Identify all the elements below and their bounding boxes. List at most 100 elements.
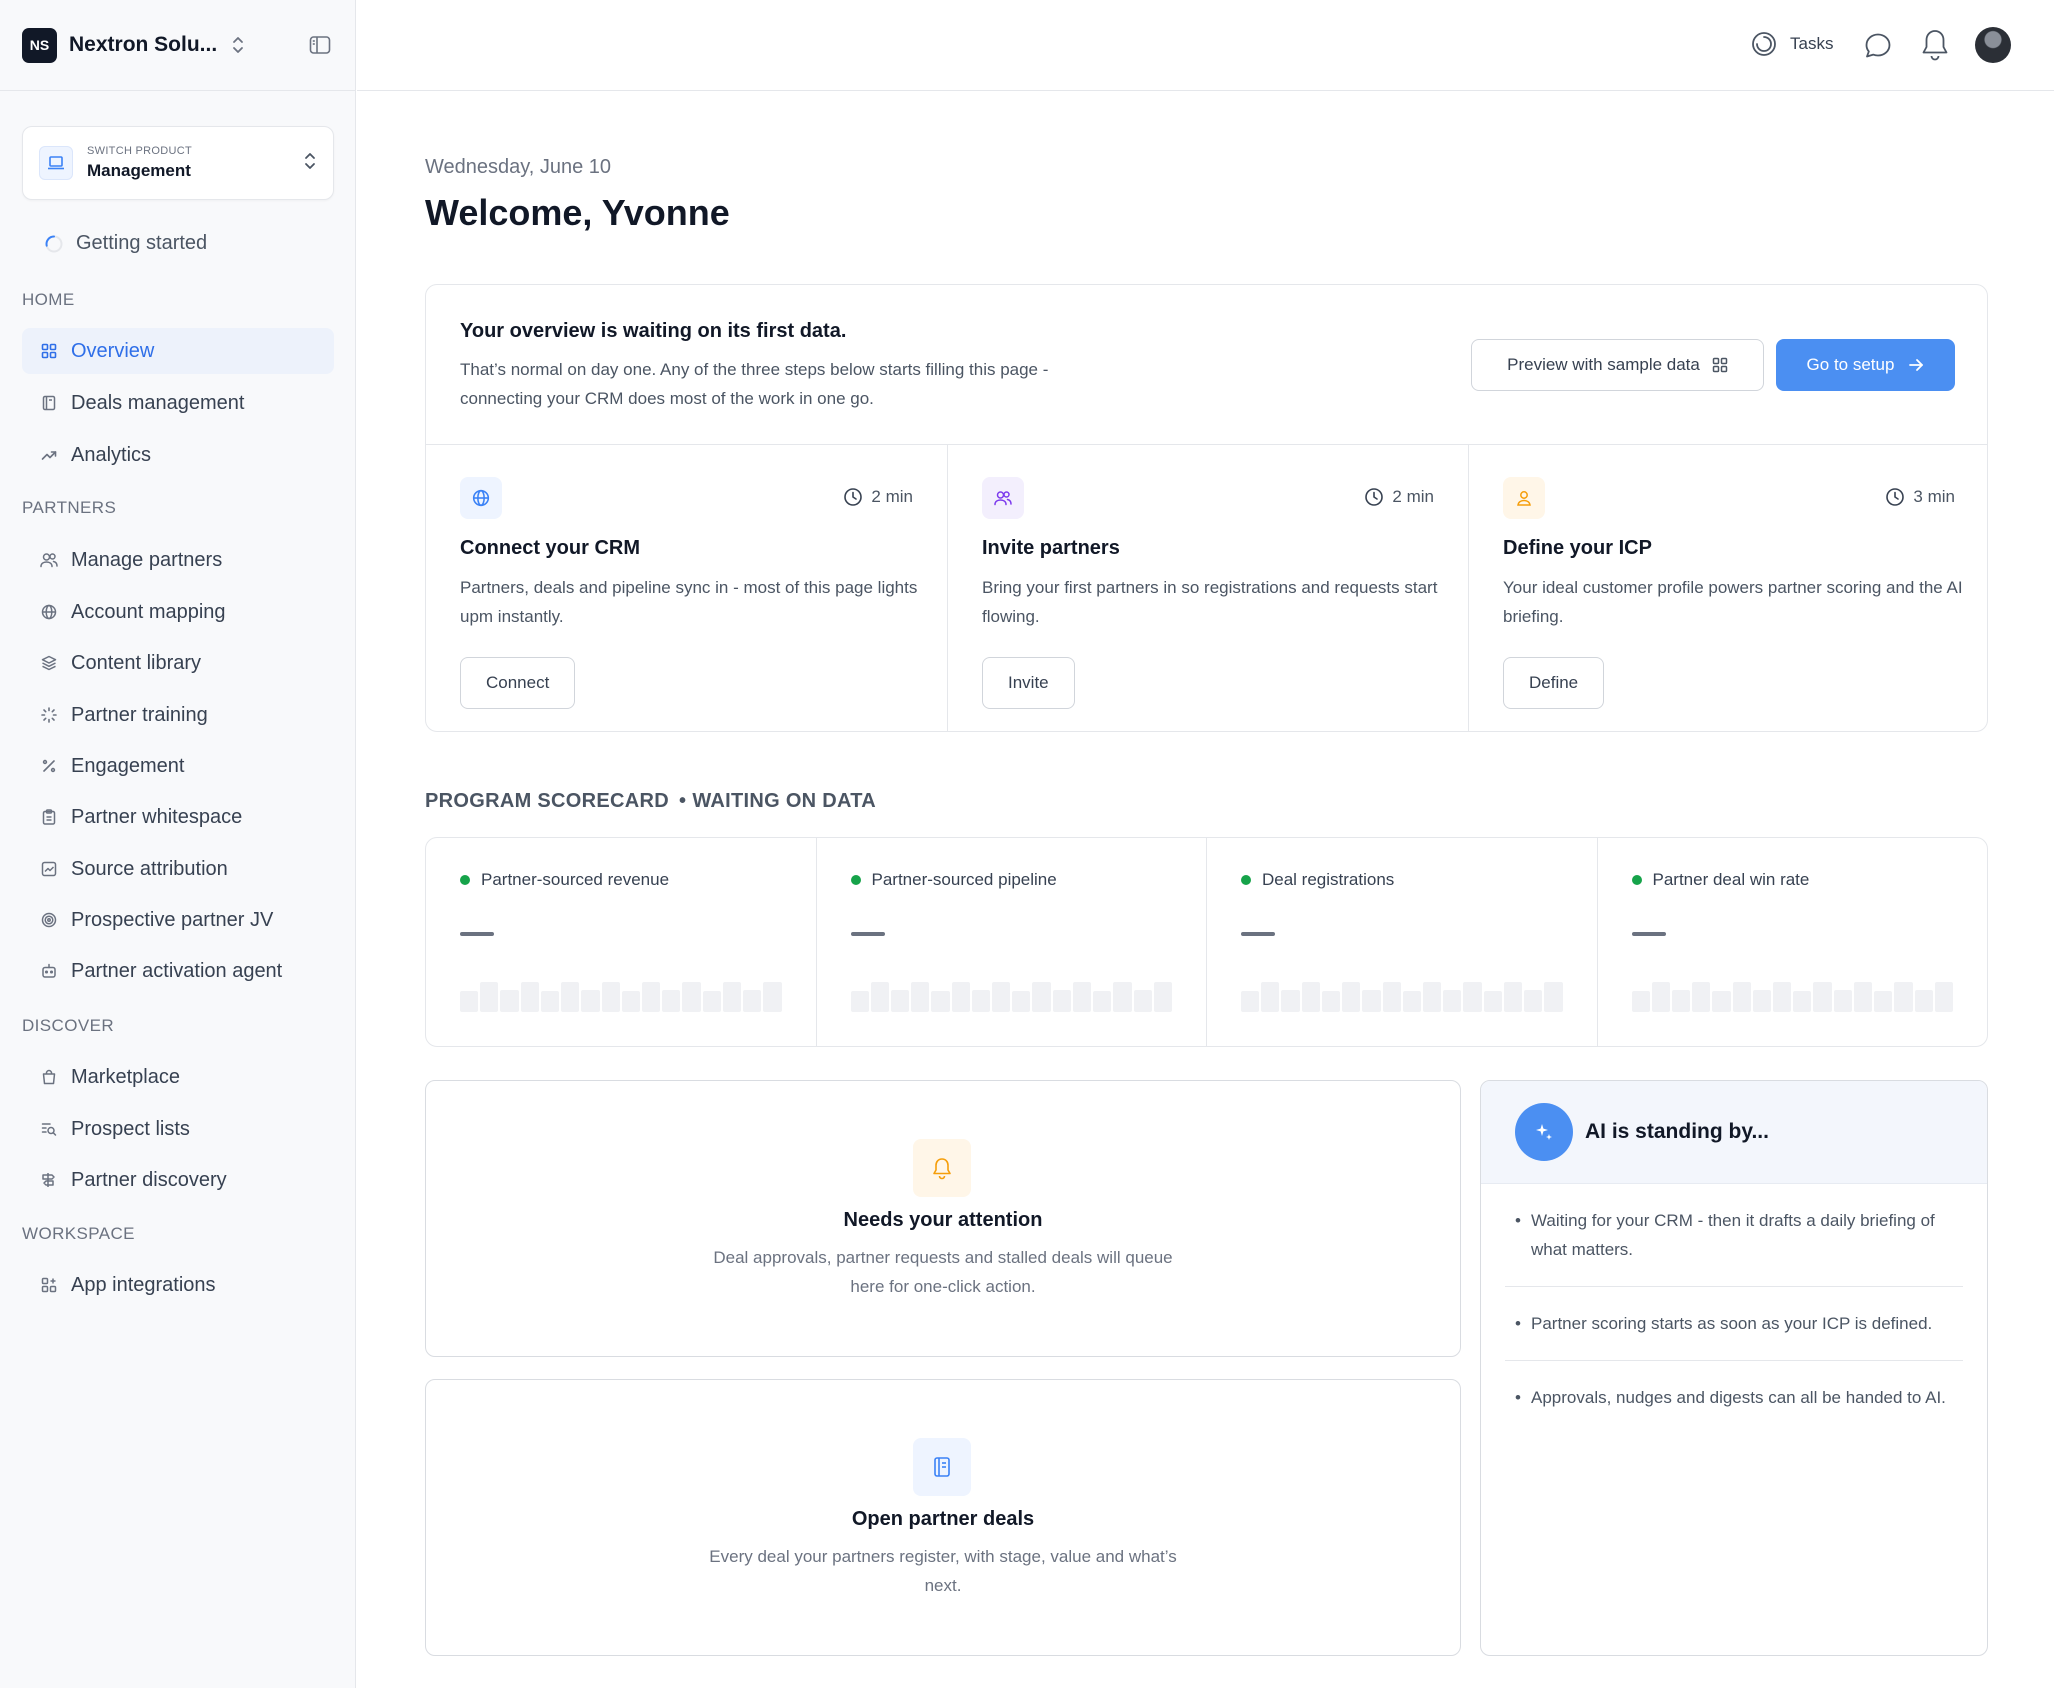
sparkline-bar (722, 982, 742, 1012)
go-to-setup-button[interactable]: Go to setup (1776, 339, 1955, 391)
section-home: HOME (22, 290, 75, 309)
sparkline-bar (1012, 991, 1031, 1012)
grid-icon (40, 342, 58, 360)
sparkline-bar (951, 982, 970, 1012)
sparkline-bar (1894, 982, 1913, 1012)
sparkline-bar (890, 989, 910, 1012)
step-duration: 2 min (843, 487, 913, 507)
metric-label: Partner-sourced revenue (481, 870, 670, 889)
sidebar-item-account-mapping[interactable]: Account mapping (22, 589, 334, 635)
sidebar-item-partner-activation-agent[interactable]: Partner activation agent (22, 948, 334, 994)
metric-label: Partner deal win rate (1652, 870, 1810, 889)
sparkline-bar (1281, 989, 1300, 1012)
sparkline-placeholder (1241, 982, 1563, 1012)
status-dot (850, 875, 861, 885)
status-dot (1631, 875, 1642, 885)
sidebar-item-marketplace[interactable]: Marketplace (22, 1054, 334, 1100)
workspace-name[interactable]: Nextron Solu... (69, 33, 219, 57)
sidebar-item-partner-training[interactable]: Partner training (22, 692, 334, 738)
step-title: Define your ICP (1503, 537, 1652, 559)
tasks-button[interactable]: Tasks (1750, 30, 1833, 58)
sparkline-bar (1052, 989, 1071, 1012)
clock-icon (1365, 488, 1384, 506)
setup-card: Your overview is waiting on its first da… (425, 284, 1988, 732)
open-partner-deals-card: Open partner deals Every deal your partn… (425, 1379, 1461, 1656)
sparkline-bar (1631, 991, 1650, 1012)
chat-icon[interactable] (1863, 31, 1893, 61)
product-switcher[interactable]: SWITCH PRODUCT Management (22, 126, 334, 200)
sparkline-bar (1752, 989, 1772, 1012)
sparkline-bar (1712, 991, 1731, 1012)
sparkline-bar (641, 982, 661, 1012)
sparkline-bar (500, 989, 519, 1012)
list-search-icon (40, 1120, 58, 1138)
sidebar-item-manage-partners[interactable]: Manage partners (22, 537, 334, 583)
sidebar-item-analytics[interactable]: Analytics (22, 432, 334, 478)
metric-card: Partner-sourced pipeline (815, 838, 1207, 1046)
sidebar-item-app-integrations[interactable]: App integrations (22, 1262, 334, 1308)
sidebar-item-partner-whitespace[interactable]: Partner whitespace (22, 794, 334, 840)
sparkline-bar (1032, 982, 1051, 1012)
sidebar-item-engagement[interactable]: Engagement (22, 743, 334, 789)
user-target-icon (1503, 477, 1545, 519)
chart-box-icon (40, 860, 58, 878)
ai-title: AI is standing by... (1585, 1120, 1769, 1143)
attention-description: Deal approvals, partner requests and sta… (713, 1248, 1173, 1296)
sidebar-toggle-icon[interactable] (307, 32, 333, 58)
sidebar-item-label: App integrations (71, 1273, 216, 1296)
deals-title: Open partner deals (851, 1508, 1035, 1530)
section-partners: PARTNERS (22, 498, 117, 517)
sidebar-item-label: Deals management (71, 391, 245, 414)
chevron-updown-icon[interactable] (227, 33, 249, 57)
avatar[interactable] (1975, 27, 2011, 63)
sparkline-bar (1443, 989, 1462, 1012)
sparkline-bar (1651, 982, 1670, 1012)
sparkline-bar (1362, 989, 1381, 1012)
ai-list-item: • Waiting for your CRM - then it drafts a… (1505, 1184, 1963, 1287)
attention-title: Needs your attention (843, 1209, 1043, 1231)
getting-started-link[interactable]: Getting started (44, 232, 207, 255)
page-title: Welcome, Yvonne (425, 192, 730, 233)
sidebar-item-source-attribution[interactable]: Source attribution (22, 846, 334, 892)
define-button[interactable]: Define (1503, 657, 1605, 709)
sidebar-item-label: Prospect lists (71, 1117, 190, 1140)
step-duration: 2 min (1364, 487, 1434, 507)
sparkline-placeholder (850, 982, 1172, 1012)
scorecard-status: WAITING ON DATA (692, 790, 877, 812)
sparkline-bar (743, 989, 762, 1012)
metric-empty-value (1241, 932, 1275, 936)
target-icon (40, 911, 58, 929)
metric-card: Partner-sourced revenue (426, 838, 816, 1046)
sidebar-item-partner-discovery[interactable]: Partner discovery (22, 1157, 334, 1203)
sidebar-item-prospect-lists[interactable]: Prospect lists (22, 1106, 334, 1152)
connect-button[interactable]: Connect (460, 657, 576, 709)
sparkline-bar (1483, 991, 1502, 1012)
sparkline-bar (662, 989, 681, 1012)
progress-spinner-icon (45, 235, 63, 252)
globe-icon (460, 477, 502, 519)
section-discover: DISCOVER (22, 1016, 114, 1035)
bell-icon[interactable] (1920, 28, 1950, 62)
sidebar-item-label: Manage partners (71, 548, 223, 571)
users-icon (40, 551, 58, 569)
sidebar-item-content-library[interactable]: Content library (22, 640, 334, 686)
sidebar-item-deals-management[interactable]: Deals management (22, 380, 334, 426)
sidebar-item-overview[interactable]: Overview (22, 328, 334, 374)
sparkline-placeholder (460, 982, 782, 1012)
invite-button[interactable]: Invite (982, 657, 1075, 709)
apps-icon (40, 1276, 58, 1294)
sparkline-bar (1422, 982, 1442, 1012)
tasks-progress-icon (1752, 32, 1776, 56)
scorecard-heading: PROGRAM SCORECARD • WAITING ON DATA (425, 790, 877, 812)
sidebar-item-prospective-partner-jv[interactable]: Prospective partner JV (22, 897, 334, 943)
ai-list-item: • Partner scoring starts as soon as your … (1505, 1287, 1963, 1361)
sparkline-bar (1133, 989, 1152, 1012)
top-bar: Tasks (357, 0, 2054, 91)
step-description: Bring your first partners in so registra… (982, 578, 1438, 626)
program-scorecard: Partner-sourced revenue Partner-sourced … (425, 837, 1988, 1047)
sparkline-bar (1093, 991, 1112, 1012)
preview-sample-data-button[interactable]: Preview with sample data (1471, 339, 1764, 391)
sidebar-item-label: Partner activation agent (71, 959, 283, 982)
sparkline-bar (911, 982, 930, 1012)
step-duration: 3 min (1885, 487, 1955, 507)
